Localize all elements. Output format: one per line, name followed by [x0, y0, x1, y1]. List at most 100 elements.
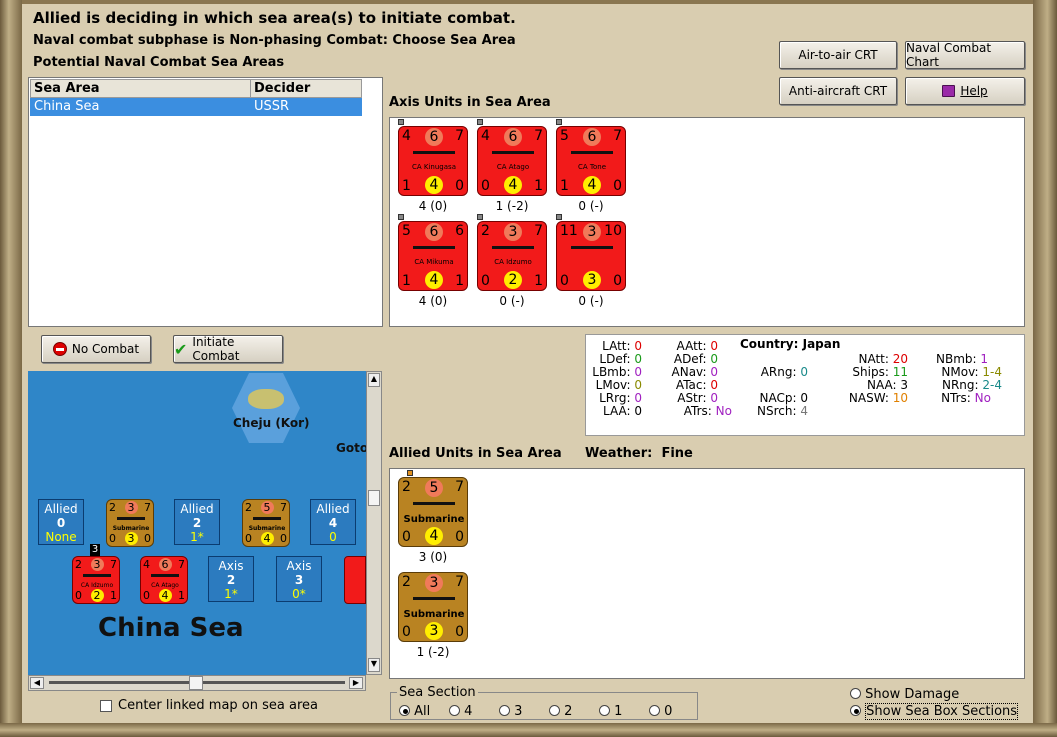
counter-top-right: 7 — [144, 501, 151, 514]
stat-latt: LAtt: 0 — [602, 339, 642, 353]
map-horizontal-scrollbar[interactable]: ◀ ▶ — [28, 675, 366, 691]
map-unit-counter[interactable]: 2 7 3 Submarine 0 0 3 — [106, 499, 154, 547]
counter-bottom-left: 0 — [481, 178, 490, 194]
scroll-up-arrow[interactable]: ▲ — [368, 373, 380, 387]
naval-combat-chart-button[interactable]: Naval Combat Chart — [905, 41, 1025, 69]
scroll-right-arrow[interactable]: ▶ — [349, 677, 363, 689]
counter-top-right: 7 — [455, 128, 464, 144]
stat-natt: NAtt: 20 — [858, 352, 908, 366]
unit-marker-icon — [477, 119, 483, 125]
ship-silhouette-icon — [252, 514, 282, 521]
vertical-scroll-thumb[interactable] — [368, 490, 380, 506]
counter-top-right: 6 — [455, 223, 464, 239]
table-row[interactable]: China Sea USSR — [30, 97, 362, 116]
counter-bottom-right: 1 — [534, 178, 543, 194]
map-unit-counter[interactable]: 2 7 5 Submarine 0 0 4 — [242, 499, 290, 547]
sea-section-1[interactable]: 1 — [599, 704, 622, 719]
counter-top-right: 7 — [534, 128, 543, 144]
sea-section-2[interactable]: 2 — [549, 704, 572, 719]
stat-naa: NAA: 3 — [866, 378, 908, 392]
show-sea-box-option[interactable]: Show Sea Box Sections — [850, 703, 1019, 720]
allied-box-0[interactable]: Allied 0 None — [38, 499, 84, 545]
air-to-air-crt-button[interactable]: Air-to-air CRT — [779, 41, 897, 69]
horizontal-scroll-thumb[interactable] — [189, 676, 203, 690]
map-counter-partial[interactable] — [344, 556, 366, 604]
counter-bottom-circle: 4 — [583, 176, 601, 194]
counter-bottom-circle: 3 — [583, 271, 601, 289]
scroll-left-arrow[interactable]: ◀ — [30, 677, 44, 689]
allied-box-4[interactable]: Allied 4 0 — [310, 499, 356, 545]
stat-arng: ARng: 0 — [760, 365, 808, 379]
unit-marker-icon — [398, 119, 404, 125]
counter-top-left: 4 — [402, 128, 411, 144]
sea-areas-list-title: Potential Naval Combat Sea Areas — [33, 55, 285, 70]
sea-section-all[interactable]: All — [399, 704, 430, 719]
counter-top-left: 2 — [481, 223, 490, 239]
axis-unit-counter[interactable]: 4 7 6 CA Kinugasa 1 0 4 — [398, 126, 468, 196]
no-combat-button[interactable]: No Combat — [41, 335, 151, 363]
row-sea-area: China Sea — [30, 97, 251, 116]
sea-section-0[interactable]: 0 — [649, 704, 672, 719]
sea-section-4[interactable]: 4 — [449, 704, 472, 719]
axis-unit-counter[interactable]: 2 7 3 CA Idzumo 0 1 2 — [477, 221, 547, 291]
center-linked-checkbox[interactable] — [100, 699, 112, 712]
stack-count-badge: 3 — [90, 544, 100, 556]
counter-top-left: 2 — [402, 479, 411, 495]
map-vertical-scrollbar[interactable]: ▲ ▼ — [366, 371, 382, 675]
counter-top-circle: 5 — [260, 501, 274, 514]
unit-marker-icon — [407, 470, 413, 476]
map-unit-counter[interactable]: 2 7 3 CA Idzumo 0 1 2 — [72, 556, 120, 604]
counter-top-right: 7 — [178, 558, 185, 571]
show-damage-option[interactable]: Show Damage — [850, 687, 959, 702]
counter-unit-name: CA Idzumo — [494, 258, 532, 267]
axis-unit-counter[interactable]: 5 7 6 CA Tone 1 0 4 — [556, 126, 626, 196]
allied-unit-counter[interactable]: 2 7 5 Submarine 0 0 4 — [398, 477, 468, 547]
counter-top-circle: 5 — [425, 479, 443, 497]
stat-nmov: NMov: 1-4 — [941, 365, 1002, 379]
initiate-combat-button[interactable]: ✔ Initiate Combat — [173, 335, 283, 363]
allied-box-2[interactable]: Allied 2 1* — [174, 499, 220, 545]
ship-silhouette-icon — [492, 148, 534, 154]
axis-box-3[interactable]: Axis 3 0* — [276, 556, 322, 602]
center-linked-checkbox-row[interactable]: Center linked map on sea area — [100, 698, 318, 713]
anti-aircraft-crt-button[interactable]: Anti-aircraft CRT — [779, 77, 897, 105]
sea-area-name: China Sea — [98, 613, 244, 643]
counter-unit-name: Submarine — [403, 514, 465, 526]
counter-bottom-right: 0 — [613, 178, 622, 194]
counter-unit-name: CA Atago — [151, 581, 179, 589]
allied-units-title: Allied Units in Sea Area — [389, 446, 562, 461]
counter-bottom-right: 0 — [613, 273, 622, 289]
sea-area-list[interactable]: Sea Area Decider China Sea USSR — [28, 77, 383, 327]
axis-unit-counter[interactable]: 4 7 6 CA Atago 0 1 4 — [477, 126, 547, 196]
subphase-text: Naval combat subphase is Non-phasing Com… — [33, 33, 516, 48]
stat-atrs: ATrs: No — [683, 404, 732, 418]
ship-silhouette-icon — [571, 243, 613, 249]
help-button[interactable]: Help — [905, 77, 1025, 105]
ship-silhouette-icon — [492, 243, 534, 249]
naval-combat-chart-label: Naval Combat Chart — [906, 41, 992, 69]
allied-unit-caption: 3 (0) — [418, 550, 448, 564]
counter-top-right: 7 — [110, 558, 117, 571]
allied-unit-counter[interactable]: 2 7 3 Submarine 0 0 3 — [398, 572, 468, 642]
center-linked-label: Center linked map on sea area — [118, 698, 318, 713]
counter-unit-name: Submarine — [248, 524, 286, 532]
counter-unit-name: Submarine — [112, 524, 150, 532]
sea-area-map[interactable]: Cheju (Kor) Goto Allied 0 None Allied 2 1* A… — [28, 371, 366, 675]
stat-astr: AStr: 0 — [677, 391, 718, 405]
scroll-down-arrow[interactable]: ▼ — [368, 658, 380, 672]
no-entry-icon — [52, 342, 67, 356]
axis-unit-counter[interactable]: 11 10 3 0 0 3 — [556, 221, 626, 291]
col-sea-area[interactable]: Sea Area — [30, 79, 251, 98]
no-combat-label: No Combat — [71, 342, 140, 356]
stat-lrrg: LRrg: 0 — [599, 391, 642, 405]
counter-bottom-left: 0 — [560, 273, 569, 289]
counter-unit-name: CA Idzumo — [80, 581, 114, 589]
axis-unit-counter[interactable]: 5 6 6 CA Mikuma 1 1 4 — [398, 221, 468, 291]
map-unit-counter[interactable]: 4 7 6 CA Atago 0 1 4 — [140, 556, 188, 604]
help-label: Help — [960, 84, 988, 98]
col-decider[interactable]: Decider — [250, 79, 362, 98]
axis-box-2[interactable]: Axis 2 1* — [208, 556, 254, 602]
sea-section-3[interactable]: 3 — [499, 704, 522, 719]
counter-top-circle: 6 — [425, 223, 443, 241]
ship-silhouette-icon — [413, 148, 455, 154]
